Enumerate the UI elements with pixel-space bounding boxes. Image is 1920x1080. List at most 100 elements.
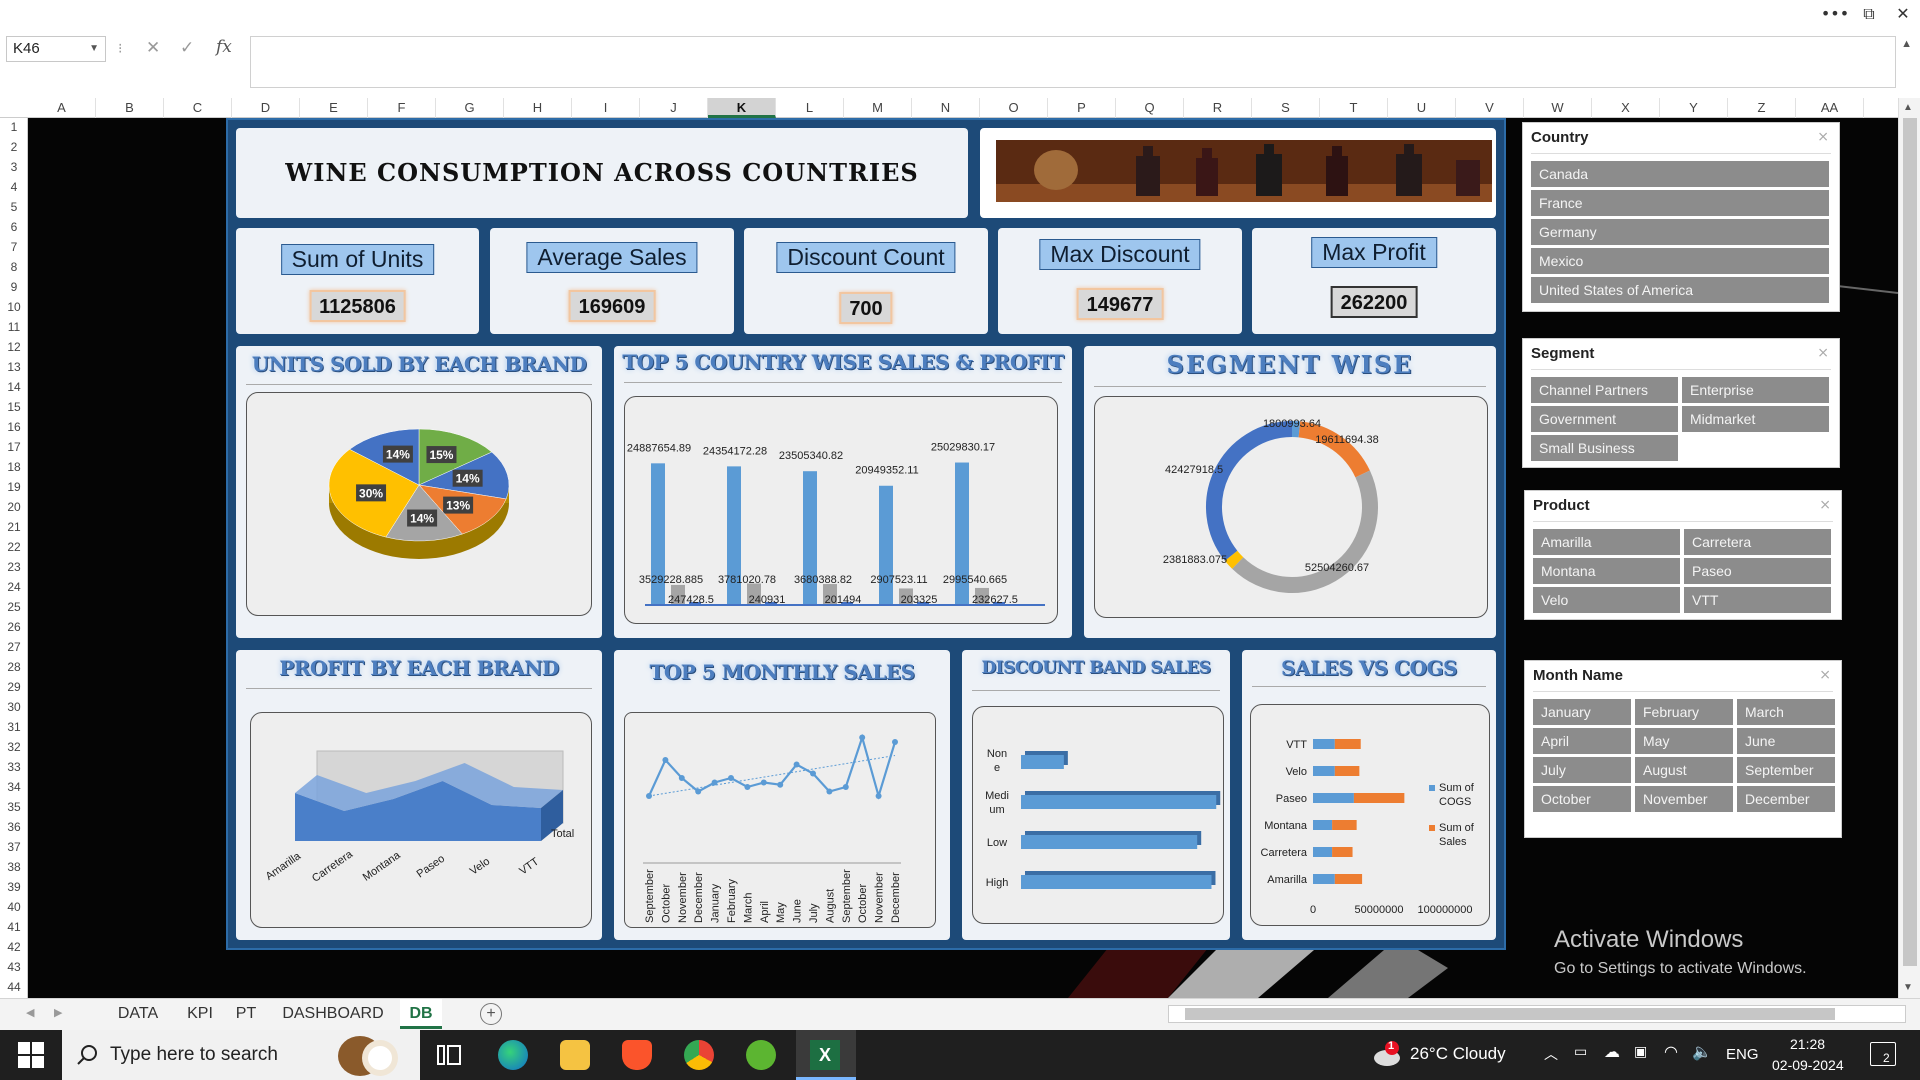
slicer-item[interactable]: Canada: [1531, 161, 1829, 187]
clock-date[interactable]: 02-09-2024: [1772, 1057, 1844, 1073]
row-header-29[interactable]: 29: [0, 680, 28, 694]
tab-scroll-left-icon[interactable]: ◀: [26, 1006, 34, 1019]
weather-text[interactable]: 26°C Cloudy: [1410, 1044, 1506, 1064]
column-header-T[interactable]: T: [1320, 98, 1388, 118]
row-header-43[interactable]: 43: [0, 960, 28, 974]
slicer-item[interactable]: July: [1533, 757, 1631, 783]
clear-filter-icon[interactable]: ⨯: [1819, 497, 1831, 513]
row-header-5[interactable]: 5: [0, 200, 28, 214]
row-header-10[interactable]: 10: [0, 300, 28, 314]
row-header-21[interactable]: 21: [0, 520, 28, 534]
scroll-up-icon[interactable]: ▲: [1903, 102, 1913, 113]
row-header-18[interactable]: 18: [0, 460, 28, 474]
slicer-item[interactable]: Government: [1531, 406, 1678, 432]
slicer-item[interactable]: Enterprise: [1682, 377, 1829, 403]
row-header-37[interactable]: 37: [0, 840, 28, 854]
clear-filter-icon[interactable]: ⨯: [1819, 667, 1831, 683]
column-header-Z[interactable]: Z: [1728, 98, 1796, 118]
sheet-tab-pt[interactable]: PT: [226, 999, 266, 1029]
clear-filter-icon[interactable]: ⨯: [1817, 345, 1829, 361]
sheet-tab-kpi[interactable]: KPI: [180, 999, 220, 1029]
slicer-item[interactable]: VTT: [1684, 587, 1831, 613]
chevron-down-icon[interactable]: ▼: [89, 37, 99, 61]
edge-icon[interactable]: [498, 1040, 528, 1070]
slicer-item[interactable]: Velo: [1533, 587, 1680, 613]
slicer-item[interactable]: February: [1635, 699, 1733, 725]
row-header-16[interactable]: 16: [0, 420, 28, 434]
row-header-31[interactable]: 31: [0, 720, 28, 734]
weather-icon[interactable]: 1: [1372, 1038, 1400, 1066]
row-header-11[interactable]: 11: [0, 320, 28, 334]
clock-time[interactable]: 21:28: [1790, 1036, 1825, 1052]
cancel-icon[interactable]: ✕: [146, 38, 160, 58]
task-view-icon[interactable]: [436, 1043, 464, 1067]
column-header-H[interactable]: H: [504, 98, 572, 118]
column-header-F[interactable]: F: [368, 98, 436, 118]
scroll-thumb[interactable]: [1903, 118, 1917, 966]
slicer-item[interactable]: December: [1737, 786, 1835, 812]
row-header-8[interactable]: 8: [0, 260, 28, 274]
tab-scroll-right-icon[interactable]: ▶: [54, 1006, 62, 1019]
meet-now-icon[interactable]: ▭: [1574, 1044, 1587, 1060]
column-header-G[interactable]: G: [436, 98, 504, 118]
slicer-item[interactable]: Paseo: [1684, 558, 1831, 584]
clear-filter-icon[interactable]: ⨯: [1817, 129, 1829, 145]
h-scroll-thumb[interactable]: [1185, 1008, 1835, 1020]
column-header-AA[interactable]: AA: [1796, 98, 1864, 118]
battery-icon[interactable]: ▣: [1634, 1044, 1647, 1060]
row-header-4[interactable]: 4: [0, 180, 28, 194]
more-options-icon[interactable]: •••: [1818, 2, 1852, 26]
slicer-item[interactable]: Carretera: [1684, 529, 1831, 555]
slicer-item[interactable]: September: [1737, 757, 1835, 783]
column-header-N[interactable]: N: [912, 98, 980, 118]
row-header-40[interactable]: 40: [0, 900, 28, 914]
column-header-R[interactable]: R: [1184, 98, 1252, 118]
slicer-item[interactable]: Amarilla: [1533, 529, 1680, 555]
row-header-3[interactable]: 3: [0, 160, 28, 174]
sheet-tab-dashboard[interactable]: DASHBOARD: [276, 999, 390, 1029]
row-header-32[interactable]: 32: [0, 740, 28, 754]
column-header-A[interactable]: A: [28, 98, 96, 118]
column-header-O[interactable]: O: [980, 98, 1048, 118]
row-header-33[interactable]: 33: [0, 760, 28, 774]
row-header-30[interactable]: 30: [0, 700, 28, 714]
windows-start-icon[interactable]: [18, 1042, 44, 1068]
column-header-M[interactable]: M: [844, 98, 912, 118]
slicer-item[interactable]: June: [1737, 728, 1835, 754]
row-header-13[interactable]: 13: [0, 360, 28, 374]
row-header-17[interactable]: 17: [0, 440, 28, 454]
column-header-C[interactable]: C: [164, 98, 232, 118]
column-header-U[interactable]: U: [1388, 98, 1456, 118]
restore-icon[interactable]: ⧉: [1852, 2, 1886, 26]
row-header-25[interactable]: 25: [0, 600, 28, 614]
column-header-K[interactable]: K: [708, 98, 776, 118]
name-box[interactable]: K46 ▼: [6, 36, 106, 62]
column-header-D[interactable]: D: [232, 98, 300, 118]
slicer-item[interactable]: Mexico: [1531, 248, 1829, 274]
vertical-scrollbar[interactable]: ▲ ▼: [1898, 98, 1920, 998]
notifications-icon[interactable]: 2: [1870, 1042, 1896, 1066]
row-header-6[interactable]: 6: [0, 220, 28, 234]
row-header-24[interactable]: 24: [0, 580, 28, 594]
row-header-34[interactable]: 34: [0, 780, 28, 794]
column-header-E[interactable]: E: [300, 98, 368, 118]
row-header-15[interactable]: 15: [0, 400, 28, 414]
scroll-down-icon[interactable]: ▼: [1903, 982, 1913, 993]
row-header-19[interactable]: 19: [0, 480, 28, 494]
brave-icon[interactable]: [622, 1040, 652, 1070]
row-header-22[interactable]: 22: [0, 540, 28, 554]
row-header-14[interactable]: 14: [0, 380, 28, 394]
add-sheet-icon[interactable]: +: [480, 1003, 502, 1025]
slicer-item[interactable]: Montana: [1533, 558, 1680, 584]
row-header-28[interactable]: 28: [0, 660, 28, 674]
excel-taskbar-button[interactable]: X: [796, 1030, 856, 1080]
row-header-39[interactable]: 39: [0, 880, 28, 894]
slicer-item[interactable]: Midmarket: [1682, 406, 1829, 432]
column-header-Y[interactable]: Y: [1660, 98, 1728, 118]
horizontal-scrollbar[interactable]: [1168, 1005, 1906, 1023]
column-header-X[interactable]: X: [1592, 98, 1660, 118]
row-header-2[interactable]: 2: [0, 140, 28, 154]
language-indicator[interactable]: ENG: [1726, 1046, 1759, 1063]
slicer-item[interactable]: May: [1635, 728, 1733, 754]
taskbar-search[interactable]: Type here to search: [62, 1030, 420, 1080]
